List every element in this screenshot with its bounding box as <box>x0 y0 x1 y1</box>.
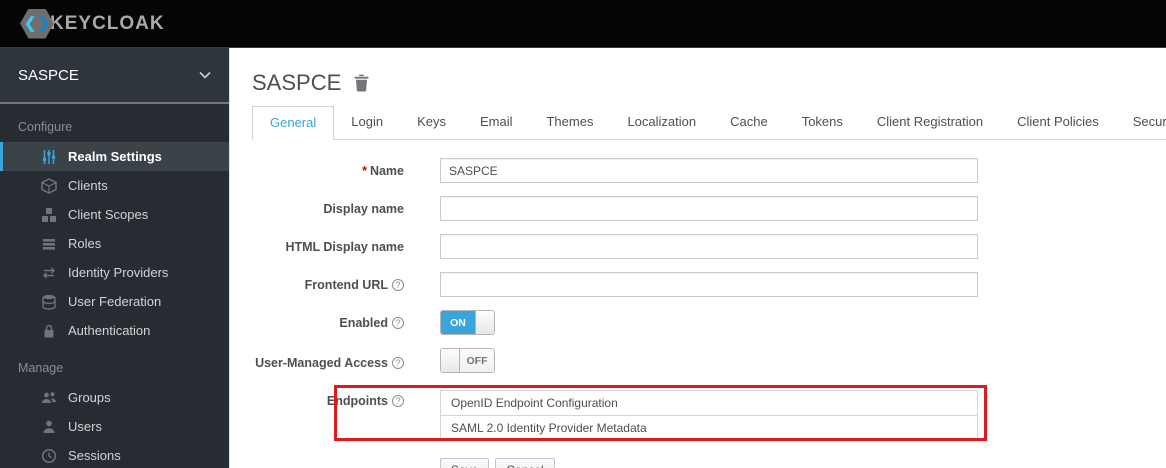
top-bar: ❮ ❯ KEYCLOAK <box>0 0 1166 48</box>
users-icon <box>40 389 57 406</box>
nav-section-configure: Configure <box>18 120 73 134</box>
frontend-url-row: Frontend URL <box>252 272 1166 297</box>
display-name-input[interactable] <box>440 196 978 221</box>
name-input[interactable] <box>440 158 978 183</box>
name-label: * Name <box>362 163 404 178</box>
nav-section-manage: Manage <box>18 361 64 375</box>
sidebar-item-user-federation[interactable]: User Federation <box>0 287 229 316</box>
endpoints-list: OpenID Endpoint Configuration SAML 2.0 I… <box>440 390 978 440</box>
sidebar-item-client-scopes[interactable]: Client Scopes <box>0 200 229 229</box>
enabled-toggle[interactable]: ON <box>440 310 495 335</box>
database-icon <box>40 293 57 310</box>
sidebar-item-label: Users <box>68 419 102 434</box>
html-display-name-input[interactable] <box>440 234 978 259</box>
title-row: SASPCE <box>252 70 1166 96</box>
keycloak-logo[interactable]: ❮ ❯ KEYCLOAK <box>20 8 165 39</box>
sidebar-item-authentication[interactable]: Authentication <box>0 316 229 345</box>
help-icon[interactable] <box>392 356 404 369</box>
tab-localization[interactable]: Localization <box>610 106 713 139</box>
tab-tokens[interactable]: Tokens <box>785 106 860 139</box>
keycloak-admin-console: ❮ ❯ KEYCLOAK SASPCE Configure Realm Setti… <box>0 0 1166 468</box>
cubes-icon <box>40 206 57 223</box>
exchange-icon <box>40 264 57 281</box>
sidebar: SASPCE Configure Realm Settings Clients … <box>0 48 230 468</box>
user-managed-access-label: User-Managed Access <box>252 356 404 370</box>
endpoints-row: Endpoints OpenID Endpoint Configuration … <box>252 385 1166 441</box>
page-title: SASPCE <box>252 70 342 95</box>
chevron-down-icon <box>199 66 211 84</box>
enabled-row: Enabled ON <box>252 310 1166 335</box>
tab-themes[interactable]: Themes <box>529 106 610 139</box>
sidebar-item-label: Authentication <box>68 323 151 338</box>
name-row: * Name <box>252 158 1166 183</box>
logo-text: KEYCLOAK <box>50 12 165 34</box>
current-realm-name: SASPCE <box>18 66 79 84</box>
sidebar-item-label: Clients <box>68 178 108 193</box>
user-icon <box>40 418 57 435</box>
frontend-url-input[interactable] <box>440 272 978 297</box>
help-icon[interactable] <box>392 278 404 291</box>
enabled-label: Enabled <box>252 316 404 330</box>
cancel-button[interactable]: Cancel <box>495 458 555 468</box>
form-actions: Save Cancel <box>440 458 1166 468</box>
sidebar-item-label: Sessions <box>68 448 121 463</box>
toggle-handle <box>475 311 494 334</box>
sidebar-item-label: Roles <box>68 236 102 251</box>
realm-selector[interactable]: SASPCE <box>0 48 229 104</box>
saml-identity-provider-metadata-link[interactable]: SAML 2.0 Identity Provider Metadata <box>441 415 977 439</box>
keycloak-logo-icon: ❮ ❯ <box>20 8 54 39</box>
tab-security-defenses[interactable]: Security Defenses <box>1116 106 1166 139</box>
sidebar-item-identity-providers[interactable]: Identity Providers <box>0 258 229 287</box>
tab-email[interactable]: Email <box>463 106 530 139</box>
tab-cache[interactable]: Cache <box>713 106 785 139</box>
help-icon[interactable] <box>392 316 404 329</box>
toggle-on-segment: ON <box>441 311 475 334</box>
tab-login[interactable]: Login <box>334 106 400 139</box>
endpoints-label: Endpoints <box>252 394 404 408</box>
sidebar-item-users[interactable]: Users <box>0 412 229 441</box>
sidebar-item-label: Realm Settings <box>68 149 162 164</box>
toggle-off-segment: OFF <box>460 349 494 372</box>
main-content: SASPCE General Login Keys Email Themes L… <box>230 48 1166 468</box>
sidebar-item-roles[interactable]: Roles <box>0 229 229 258</box>
tab-client-policies[interactable]: Client Policies <box>1000 106 1116 139</box>
display-name-row: Display name <box>252 196 1166 221</box>
sidebar-item-sessions[interactable]: Sessions <box>0 441 229 468</box>
trash-icon[interactable] <box>353 74 370 92</box>
sidebar-item-label: Groups <box>68 390 111 405</box>
tab-keys[interactable]: Keys <box>400 106 463 139</box>
user-managed-access-toggle[interactable]: OFF <box>440 348 495 373</box>
html-display-name-row: HTML Display name <box>252 234 1166 259</box>
sidebar-item-realm-settings[interactable]: Realm Settings <box>0 142 229 171</box>
list-icon <box>40 235 57 252</box>
sidebar-item-clients[interactable]: Clients <box>0 171 229 200</box>
sliders-icon <box>40 148 57 165</box>
sidebar-item-label: User Federation <box>68 294 162 309</box>
tab-bar: General Login Keys Email Themes Localiza… <box>252 106 1166 140</box>
save-button[interactable]: Save <box>440 458 490 468</box>
clock-icon <box>40 447 57 464</box>
sidebar-item-label: Identity Providers <box>68 265 169 280</box>
lock-icon <box>40 322 57 339</box>
display-name-label: Display name <box>323 201 404 216</box>
toggle-handle <box>441 349 460 372</box>
sidebar-item-groups[interactable]: Groups <box>0 383 229 412</box>
frontend-url-label: Frontend URL <box>252 278 404 292</box>
tab-client-registration[interactable]: Client Registration <box>860 106 1000 139</box>
general-settings-form: *Name Display name HTML Display name Fro… <box>252 158 1166 468</box>
cube-icon <box>40 177 57 194</box>
tab-general[interactable]: General <box>252 106 335 140</box>
help-icon[interactable] <box>392 395 404 407</box>
user-managed-access-row: User-Managed Access OFF <box>252 348 1166 377</box>
sidebar-item-label: Client Scopes <box>68 207 149 222</box>
openid-endpoint-configuration-link[interactable]: OpenID Endpoint Configuration <box>441 391 977 415</box>
html-display-name-label: HTML Display name <box>285 239 404 254</box>
required-marker: * <box>362 163 367 178</box>
